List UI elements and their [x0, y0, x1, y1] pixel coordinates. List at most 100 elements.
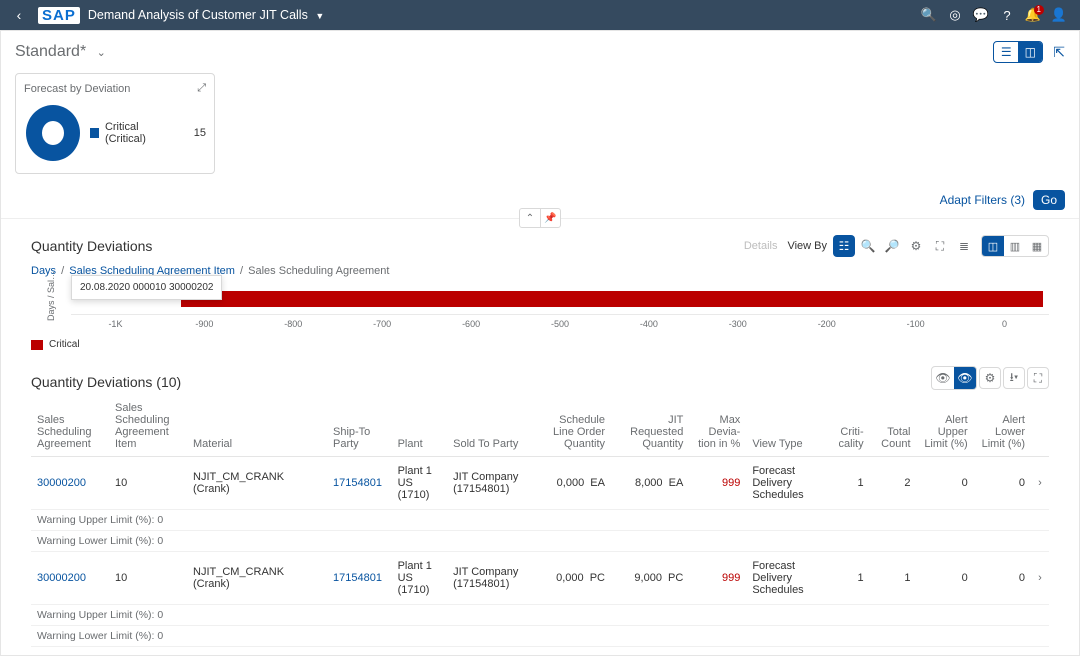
show-details-button[interactable]: 👁 — [932, 367, 954, 389]
cell-maxdev: 999 — [689, 552, 746, 605]
search-icon[interactable]: 🔍 — [916, 7, 942, 23]
copilot-icon[interactable]: ◎ — [942, 7, 968, 23]
chevron-down-icon: ⌄ — [97, 47, 106, 59]
x-tick: 0 — [960, 319, 1049, 329]
view-by-label: View By — [787, 240, 827, 252]
section-title: Quantity Deviations — [31, 238, 152, 254]
cell-shipto[interactable]: 17154801 — [327, 552, 392, 605]
card-expand-icon[interactable]: ⤢ — [197, 82, 206, 95]
chart-y-axis-label: Days / Sal… — [46, 281, 56, 321]
col-jitqty[interactable]: JIT Requested Quantity — [611, 396, 689, 457]
x-tick: -800 — [249, 319, 338, 329]
col-crit[interactable]: Criti­cality — [828, 396, 869, 457]
fullscreen-icon[interactable]: ⛶ — [929, 235, 951, 257]
chart-x-axis: -1K-900-800-700-600-500-400-300-200-1000 — [71, 315, 1049, 329]
cell-material: NJIT_CM_CRANK (Crank) — [187, 552, 327, 605]
table-settings-icon[interactable]: ⚙ — [979, 367, 1001, 389]
pin-icon[interactable]: 📌 — [540, 209, 560, 227]
warn-upper: Warning Upper Limit (%): 0 — [31, 605, 1049, 626]
cell-shipto[interactable]: 17154801 — [327, 457, 392, 510]
chart-plot-area[interactable]: 20.08.2020 000010 30000202 — [71, 287, 1049, 315]
col-shipto[interactable]: Ship-To Party — [327, 396, 392, 457]
row-nav-icon[interactable]: › — [1031, 552, 1049, 605]
warn-upper: Warning Upper Limit (%): 0 — [31, 510, 1049, 531]
cell-plant: Plant 1 US (1710) — [392, 457, 448, 510]
chart-bar-critical[interactable] — [181, 291, 1043, 307]
cell-viewtype: Forecast Delivery Schedules — [746, 552, 828, 605]
chart-legend-label: Critical — [49, 339, 80, 350]
cell-schedqty: 0,000 EA — [530, 457, 611, 510]
layout-chart-button[interactable]: ◫ — [1018, 42, 1042, 62]
toggle-chart-only[interactable]: ▥ — [1004, 236, 1026, 256]
share-icon[interactable]: ⇱ — [1053, 44, 1065, 61]
col-upper[interactable]: Alert Upper Limit (%) — [917, 396, 974, 457]
details-link[interactable]: Details — [744, 240, 778, 252]
x-tick: -1K — [71, 319, 160, 329]
donut-chart — [26, 105, 80, 161]
cell-item: 10 — [109, 457, 187, 510]
col-material[interactable]: Material — [187, 396, 327, 457]
layout-toggle: ☰ ◫ — [993, 41, 1043, 63]
col-viewtype[interactable]: View Type — [746, 396, 828, 457]
legend-row: Critical (Critical) 15 — [90, 121, 206, 145]
cell-maxdev: 999 — [689, 457, 746, 510]
table-title: Quantity Deviations (10) — [1, 366, 895, 396]
x-tick: -400 — [604, 319, 693, 329]
x-tick: -300 — [693, 319, 782, 329]
cell-item: 10 — [109, 552, 187, 605]
hide-details-button[interactable]: 👁 — [954, 367, 976, 389]
variant-dirty: * — [80, 43, 86, 60]
cell-count: 2 — [870, 457, 917, 510]
cell-crit: 1 — [828, 457, 869, 510]
col-soldto[interactable]: Sold To Party — [447, 396, 530, 457]
breadcrumb-sep: / — [61, 265, 64, 277]
zoom-in-icon[interactable]: 🔍 — [857, 235, 879, 257]
layout-list-button[interactable]: ☰ — [994, 42, 1018, 62]
cell-soldto: JIT Company (17154801) — [447, 457, 530, 510]
collapse-up-icon[interactable]: ⌃ — [520, 209, 540, 227]
col-maxdev[interactable]: Max Devia­tion in % — [689, 396, 746, 457]
zoom-out-icon[interactable]: 🔎 — [881, 235, 903, 257]
table-row[interactable]: 3000020010NJIT_CM_CRANK (Crank)17154801P… — [31, 552, 1049, 605]
col-plant[interactable]: Plant — [392, 396, 448, 457]
adapt-filters-link[interactable]: Adapt Filters (3) — [940, 193, 1025, 207]
toggle-chart-table[interactable]: ◫ — [982, 236, 1004, 256]
settings-icon[interactable]: ⚙ — [905, 235, 927, 257]
deviation-chart: Days / Sal… 20.08.2020 000010 30000202 -… — [1, 281, 1079, 329]
warn-lower: Warning Lower Limit (%): 0 — [31, 626, 1049, 647]
legend-icon[interactable]: ≣ — [953, 235, 975, 257]
cell-jitqty: 8,000 EA — [611, 457, 689, 510]
table-fullscreen-icon[interactable]: ⛶ — [1027, 367, 1049, 389]
cell-material: NJIT_CM_CRANK (Crank) — [187, 457, 327, 510]
col-schedqty[interactable]: Schedule Line Order Quantity — [530, 396, 611, 457]
go-button[interactable]: Go — [1033, 190, 1065, 210]
user-icon[interactable]: 👤 — [1046, 7, 1072, 23]
app-title[interactable]: Demand Analysis of Customer JIT Calls ▼ — [88, 8, 324, 22]
x-tick: -100 — [871, 319, 960, 329]
variant-selector[interactable]: Standard* ⌄ — [15, 43, 106, 61]
notifications-icon[interactable]: 🔔1 — [1020, 7, 1046, 23]
col-item[interactable]: Sales Scheduling Agreement Item — [109, 396, 187, 457]
feedback-icon[interactable]: 💬 — [968, 7, 994, 23]
cell-agreement[interactable]: 30000200 — [31, 457, 109, 510]
cell-schedqty: 0,000 PC — [530, 552, 611, 605]
help-icon[interactable]: ? — [994, 8, 1020, 23]
x-tick: -600 — [427, 319, 516, 329]
cell-upper: 0 — [917, 552, 974, 605]
row-nav-icon[interactable]: › — [1031, 457, 1049, 510]
table-row[interactable]: 3000020010NJIT_CM_CRANK (Crank)17154801P… — [31, 457, 1049, 510]
legend-label: Critical (Critical) — [105, 121, 174, 145]
x-tick: -900 — [160, 319, 249, 329]
back-button[interactable]: ‹ — [8, 7, 30, 23]
col-count[interactable]: Total Count — [870, 396, 917, 457]
cell-agreement[interactable]: 30000200 — [31, 552, 109, 605]
export-icon[interactable]: ⭳▾ — [1003, 367, 1025, 389]
x-tick: -200 — [782, 319, 871, 329]
col-lower[interactable]: Alert Lower Limit (%) — [974, 396, 1031, 457]
forecast-card-title: Forecast by Deviation — [24, 83, 130, 95]
cell-crit: 1 — [828, 552, 869, 605]
variant-name: Standard — [15, 43, 80, 60]
col-agreement[interactable]: Sales Scheduling Agreement — [31, 396, 109, 457]
toggle-table-only[interactable]: ▦ — [1026, 236, 1048, 256]
view-by-button[interactable]: ☷ — [833, 235, 855, 257]
